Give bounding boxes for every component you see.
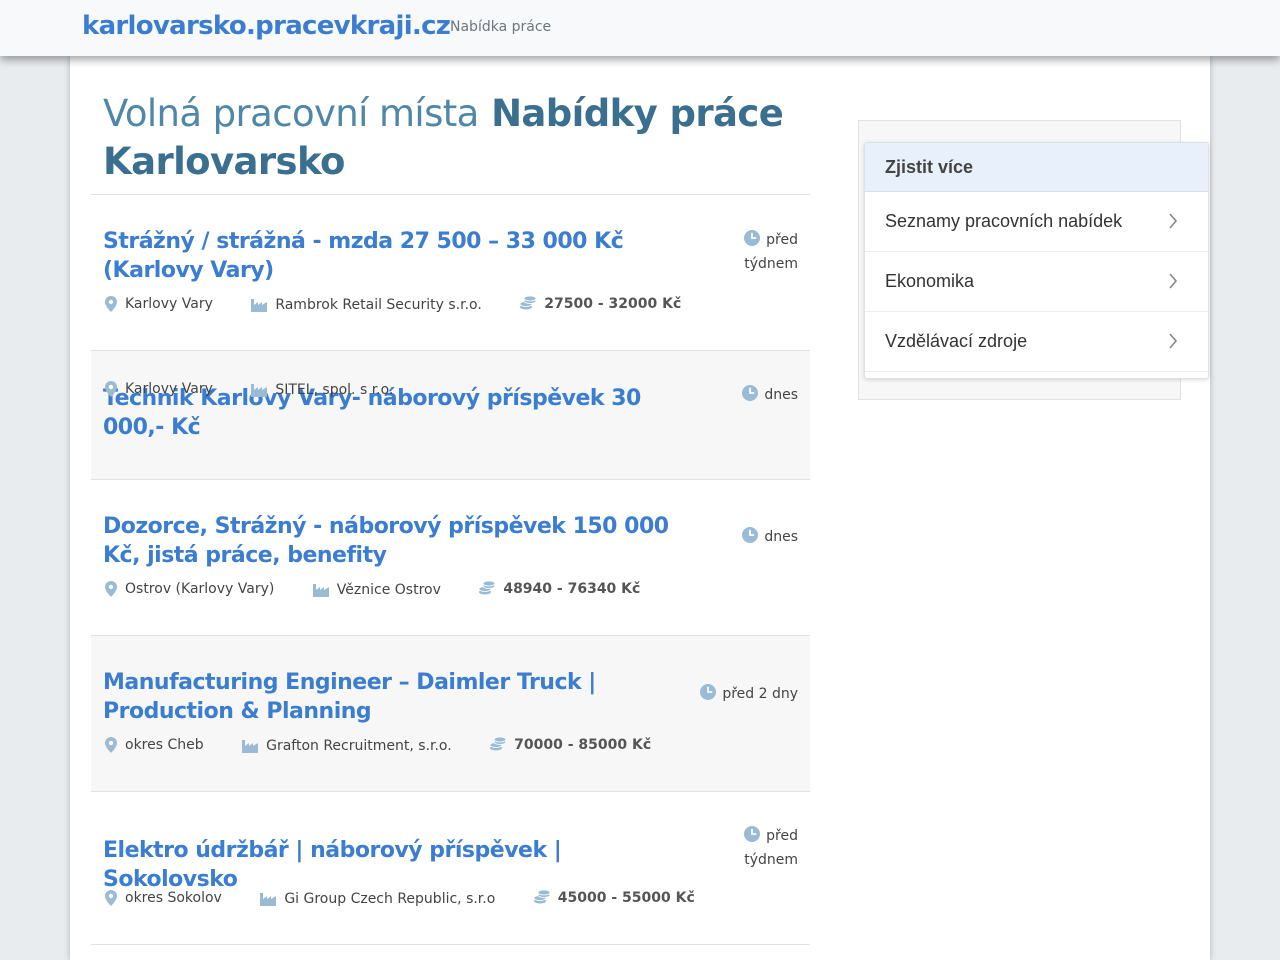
job-location: Karlovy Vary — [105, 296, 213, 312]
job-title-link[interactable]: Manufacturing Engineer – Daimler Truck |… — [103, 668, 678, 726]
clock-icon — [742, 527, 759, 543]
job-company-text: SITEL, spol. s r.o. — [275, 382, 394, 398]
job-title-link[interactable]: Strážný / strážná - mzda 27 500 – 33 000… — [103, 227, 678, 285]
job-meta: Karlovy Vary Rambrok Retail Security s.r… — [105, 296, 715, 316]
job-company: Věznice Ostrov — [312, 582, 441, 598]
map-pin-icon — [105, 296, 117, 312]
chevron-right-icon — [1169, 333, 1178, 349]
job-salary: 45000 - 55000 Kč — [533, 890, 695, 906]
job-company-text: Rambrok Retail Security s.r.o. — [275, 297, 482, 313]
coins-icon — [479, 581, 496, 595]
factory-icon — [251, 384, 268, 397]
job-location: okres Cheb — [105, 737, 204, 753]
job-company-text: Gi Group Czech Republic, s.r.o — [284, 891, 496, 907]
map-pin-icon — [105, 381, 117, 397]
job-posted-time: dnes — [742, 525, 798, 549]
coins-icon — [520, 296, 537, 310]
job-location: Ostrov (Karlovy Vary) — [105, 581, 274, 597]
learn-more-card: Zjistit více Seznamy pracovních nabídek … — [864, 142, 1209, 379]
job-company: Rambrok Retail Security s.r.o. — [251, 297, 482, 313]
sidebar-item-label: Vzdělávací zdroje — [885, 331, 1028, 351]
sidebar-item-label: Seznamy pracovních nabídek — [885, 211, 1123, 231]
job-salary: 48940 - 76340 Kč — [479, 581, 640, 597]
sidebar-item-job-lists[interactable]: Seznamy pracovních nabídek — [865, 192, 1208, 252]
job-title-link[interactable]: Dozorce, Strážný - náborový příspěvek 15… — [103, 512, 678, 570]
card-header: Zjistit více — [865, 143, 1208, 192]
main-container: Volná pracovní místa Nabídky práce Karlo… — [70, 56, 1210, 960]
factory-icon — [260, 893, 277, 906]
factory-icon — [251, 299, 268, 312]
map-pin-icon — [105, 581, 117, 597]
job-meta: okres Sokolov Gi Group Czech Republic, s… — [105, 890, 729, 910]
job-location-text: Karlovy Vary — [125, 381, 213, 397]
job-company: Grafton Recruitment, s.r.o. — [242, 738, 452, 754]
coins-icon — [533, 890, 550, 904]
job-location: okres Sokolov — [105, 890, 222, 906]
sidebar: Zjistit více Seznamy pracovních nabídek … — [858, 120, 1209, 400]
job-posted-time: před 2 dny — [700, 682, 798, 706]
job-title-link[interactable]: Elektro údržbář | náborový příspěvek | S… — [103, 836, 678, 894]
job-posted-time-text: dnes — [764, 529, 798, 545]
job-listing[interactable]: Elektro údržbář | náborový příspěvek | S… — [91, 792, 810, 945]
nav-link-job-offers[interactable]: Nabídka práce — [450, 19, 551, 35]
job-listing[interactable]: Strážný / strážná - mzda 27 500 – 33 000… — [91, 195, 810, 351]
job-salary-text: 48940 - 76340 Kč — [503, 581, 641, 597]
sidebar-item-label: Ekonomika — [885, 271, 975, 291]
coins-icon — [490, 737, 507, 751]
chevron-right-icon — [1169, 273, 1178, 289]
page-title-light: Volná pracovní místa — [103, 92, 479, 135]
top-navbar: karlovarsko.pracevkraji.cz Nabídka práce — [0, 0, 1280, 56]
job-posted-time-text: dnes — [764, 387, 798, 403]
chevron-right-icon — [1169, 213, 1178, 229]
clock-icon — [744, 826, 761, 842]
job-meta: Ostrov (Karlovy Vary) Věznice Ostrov 489… — [105, 581, 674, 601]
job-salary-text: 27500 - 32000 Kč — [544, 296, 682, 312]
job-salary-text: 70000 - 85000 Kč — [514, 737, 652, 753]
map-pin-icon — [105, 890, 117, 906]
factory-icon — [242, 740, 259, 753]
job-listing[interactable]: Dozorce, Strážný - náborový příspěvek 15… — [91, 480, 810, 636]
job-company-text: Grafton Recruitment, s.r.o. — [266, 738, 452, 754]
job-location-text: Ostrov (Karlovy Vary) — [125, 581, 275, 597]
job-posted-time: před týdnem — [728, 228, 798, 276]
job-location: Karlovy Vary — [105, 381, 213, 397]
job-posted-time: před týdnem — [728, 824, 798, 872]
job-meta: okres Cheb Grafton Recruitment, s.r.o. 7… — [105, 737, 685, 757]
sidebar-item-education[interactable]: Vzdělávací zdroje — [865, 312, 1208, 372]
clock-icon — [744, 230, 761, 246]
clock-icon — [742, 385, 759, 401]
job-location-text: okres Sokolov — [125, 890, 222, 906]
clock-icon — [700, 684, 717, 700]
job-salary-text: 45000 - 55000 Kč — [557, 890, 695, 906]
factory-icon — [312, 584, 329, 597]
job-listing[interactable]: Technik Karlovy Vary- náborový příspěvek… — [91, 351, 810, 480]
job-company: SITEL, spol. s r.o. — [251, 382, 393, 398]
job-listing[interactable]: Manufacturing Engineer – Daimler Truck |… — [91, 636, 810, 792]
job-location-text: okres Cheb — [125, 737, 204, 753]
job-posted-time-text: před 2 dny — [722, 686, 798, 702]
job-company-text: Věznice Ostrov — [336, 582, 441, 598]
job-salary: 27500 - 32000 Kč — [520, 296, 681, 312]
job-salary: 70000 - 85000 Kč — [490, 737, 651, 753]
page-title: Volná pracovní místa Nabídky práce Karlo… — [103, 90, 803, 186]
site-brand-link[interactable]: karlovarsko.pracevkraji.cz — [82, 11, 451, 41]
job-company: Gi Group Czech Republic, s.r.o — [260, 891, 495, 907]
sidebar-item-economics[interactable]: Ekonomika — [865, 252, 1208, 312]
map-pin-icon — [105, 737, 117, 753]
job-posted-time: dnes — [742, 383, 798, 407]
job-location-text: Karlovy Vary — [125, 296, 213, 312]
job-meta: Karlovy Vary SITEL, spol. s r.o. — [105, 381, 427, 401]
